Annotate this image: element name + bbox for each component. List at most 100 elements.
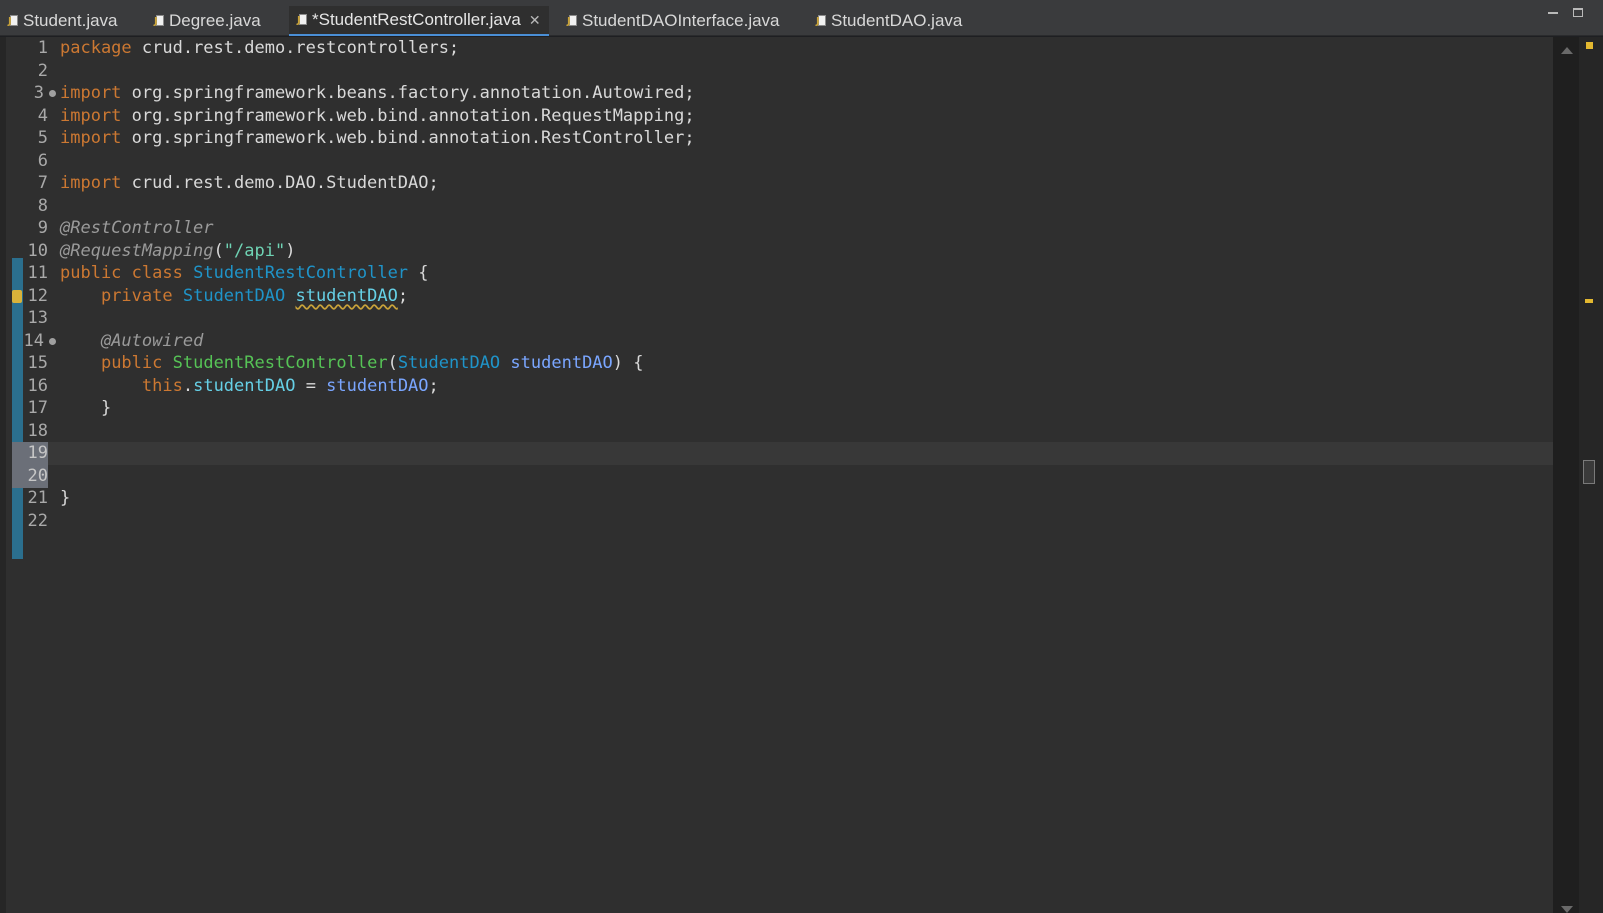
code-fragment: org.springframework.web.bind.annotation.… (121, 106, 695, 126)
java-file-icon (567, 14, 577, 28)
close-tab-icon[interactable]: ✕ (529, 12, 541, 29)
keyword: package (60, 38, 132, 58)
code-fragment: } (100, 398, 112, 418)
code-line: 16 this.studentDAO = studentDAO; (12, 375, 1553, 398)
code-line: 11 public class StudentRestController { (12, 262, 1553, 285)
code-text[interactable]: public class StudentRestController { (60, 262, 429, 285)
tab-student-dao-java[interactable]: StudentDAO.java (808, 6, 962, 36)
tab-degree-java[interactable]: Degree.java (146, 6, 261, 36)
editor-tab-bar: Student.java Degree.java *StudentRestCon… (0, 0, 1603, 36)
annotation: @RequestMapping (60, 241, 214, 261)
code-line: 17 } (12, 397, 1553, 420)
tab-label: Degree.java (169, 11, 261, 30)
code-line: 9 @RestController (12, 217, 1553, 240)
code-line-current[interactable]: 19 (12, 442, 1553, 465)
tab-student-java[interactable]: Student.java (0, 6, 118, 36)
code-text[interactable]: this.studentDAO = studentDAO; (60, 375, 439, 398)
vertical-scrollbar[interactable] (1553, 37, 1579, 913)
line-number: 10 (27, 241, 48, 261)
keyword: public (100, 353, 163, 373)
overview-thumb[interactable] (1583, 460, 1595, 484)
maximize-icon[interactable] (1572, 8, 1584, 18)
fold-marker-icon[interactable] (49, 338, 56, 345)
code-fragment: = (295, 376, 327, 396)
keyword: import (60, 173, 122, 193)
line-number: 2 (37, 61, 48, 81)
parameter-name: studentDAO (326, 376, 429, 396)
tab-label: Student.java (23, 11, 118, 30)
java-file-icon (154, 14, 164, 28)
keyword: this (141, 376, 183, 396)
line-number: 3 (33, 83, 44, 103)
code-fragment: ) (285, 241, 296, 261)
java-file-icon (8, 14, 18, 28)
code-text[interactable]: } (60, 397, 111, 420)
overview-ruler[interactable] (1579, 37, 1603, 913)
fold-marker-icon[interactable] (49, 90, 56, 97)
keyword: class (131, 263, 183, 283)
line-number: 11 (27, 263, 48, 283)
warning-summary-icon[interactable] (1586, 42, 1593, 49)
code-editor[interactable]: 1 package crud.rest.demo.restcontrollers… (6, 37, 1553, 913)
code-fragment: crud.rest.demo.DAO.StudentDAO; (121, 173, 439, 193)
code-line: 8 (12, 195, 1553, 218)
annotation: @Autowired (100, 331, 204, 351)
line-number: 6 (37, 151, 48, 171)
line-number: 15 (27, 353, 48, 373)
line-number: 9 (37, 218, 48, 238)
keyword: private (100, 286, 173, 306)
line-number: 18 (27, 421, 48, 441)
line-number: 8 (37, 196, 48, 216)
line-number: 22 (27, 511, 48, 531)
scroll-down-icon[interactable] (1561, 906, 1573, 913)
code-fragment: ( (213, 241, 224, 261)
code-fragment: } (60, 488, 71, 508)
code-line: 15 public StudentRestController(StudentD… (12, 352, 1553, 375)
code-line: 5 import org.springframework.web.bind.an… (12, 127, 1553, 150)
code-line: 22 (12, 510, 1553, 533)
code-fragment: org.springframework.web.bind.annotation.… (121, 128, 695, 148)
code-text[interactable]: private StudentDAO studentDAO; (60, 285, 408, 308)
code-text[interactable]: import crud.rest.demo.DAO.StudentDAO; (60, 172, 439, 195)
code-text[interactable]: @RestController (60, 217, 214, 240)
code-text[interactable]: import org.springframework.web.bind.anno… (60, 127, 695, 150)
code-fragment: ; (428, 376, 439, 396)
annotation: @RestController (60, 218, 214, 238)
code-line: 10 @RequestMapping("/api") (12, 240, 1553, 263)
line-number: 16 (27, 376, 48, 396)
code-text[interactable]: } (60, 487, 70, 510)
warning-marker[interactable] (1585, 299, 1593, 303)
code-fragment: org.springframework.beans.factory.annota… (121, 83, 695, 103)
tab-student-rest-controller-java[interactable]: *StudentRestController.java ✕ (289, 6, 549, 36)
code-line: 4 import org.springframework.web.bind.an… (12, 105, 1553, 128)
code-fragment: ( (387, 353, 398, 373)
code-text[interactable]: import org.springframework.web.bind.anno… (60, 105, 695, 128)
code-text[interactable]: @Autowired (60, 330, 203, 353)
tab-student-dao-interface-java[interactable]: StudentDAOInterface.java (559, 6, 780, 36)
keyword: public (60, 263, 122, 283)
code-line: 14 @Autowired (12, 330, 1553, 353)
code-fragment: . (182, 376, 194, 396)
scroll-up-icon[interactable] (1561, 47, 1573, 54)
code-line: 6 (12, 150, 1553, 173)
code-fragment: ) { (612, 353, 644, 373)
minimize-icon[interactable] (1547, 8, 1559, 18)
line-number: 17 (27, 398, 48, 418)
code-text[interactable]: @RequestMapping("/api") (60, 240, 295, 263)
line-number: 4 (37, 106, 48, 126)
java-file-icon (297, 13, 307, 27)
code-fragment: crud.rest.demo.restcontrollers; (131, 38, 460, 58)
code-fragment: { (408, 263, 429, 283)
code-line: 12 private StudentDAO studentDAO; (12, 285, 1553, 308)
code-text[interactable]: public StudentRestController(StudentDAO … (60, 352, 644, 375)
keyword: import (60, 128, 122, 148)
code-text[interactable]: package crud.rest.demo.restcontrollers; (60, 37, 459, 60)
code-text[interactable]: import org.springframework.beans.factory… (60, 82, 695, 105)
keyword: import (60, 106, 122, 126)
type-name: StudentDAO (397, 353, 501, 373)
